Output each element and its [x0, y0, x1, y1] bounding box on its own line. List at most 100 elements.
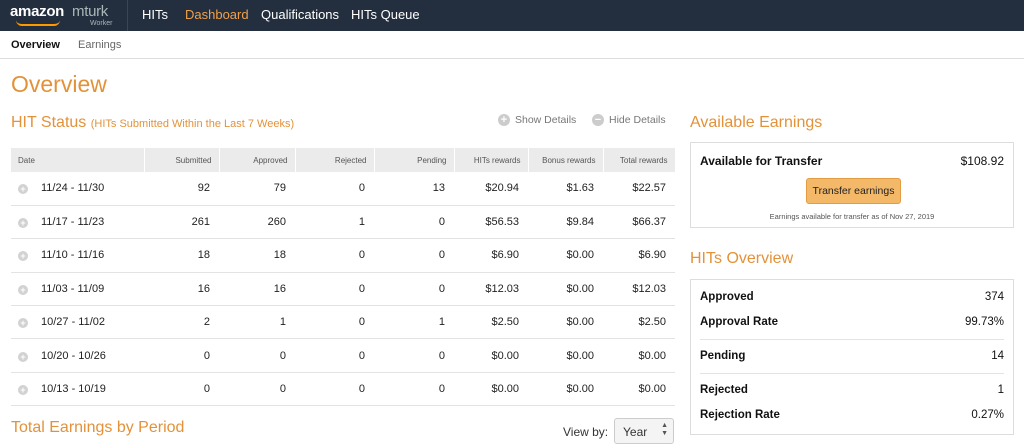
bonus-rewards-cell: $0.00: [528, 305, 603, 340]
date-range: 10/20 - 10/26: [41, 349, 106, 362]
approved-cell: 1: [219, 305, 295, 340]
logo-smile-icon: [16, 20, 60, 26]
total-rewards-cell: $66.37: [603, 205, 675, 240]
overview-label: Approved: [700, 291, 754, 303]
pending-cell: 0: [374, 338, 454, 373]
table-row: +11/17 - 11/23 261 260 1 0 $56.53 $9.84 …: [11, 205, 675, 240]
available-earnings-panel: Available for Transfer $108.92 Transfer …: [690, 142, 1014, 228]
hide-details-link[interactable]: − Hide Details: [592, 114, 666, 126]
hide-details-label: Hide Details: [609, 114, 666, 126]
total-rewards-cell: $0.00: [603, 372, 675, 407]
overview-value: 374: [984, 291, 1004, 303]
show-details-label: Show Details: [515, 114, 577, 126]
rejected-cell: 0: [295, 372, 374, 407]
view-by-select[interactable]: Year ▲ ▼: [614, 418, 674, 444]
plus-circle-icon: +: [498, 114, 510, 126]
subtab-earnings[interactable]: Earnings: [78, 39, 121, 51]
submitted-cell: 92: [144, 172, 219, 206]
submitted-cell: 18: [144, 238, 219, 273]
mturk-logo[interactable]: amazon mturk Worker: [10, 3, 128, 28]
rejected-cell: 0: [295, 338, 374, 373]
hits-rewards-cell: $6.90: [454, 238, 528, 273]
date-range: 11/03 - 11/09: [41, 282, 105, 295]
rejected-cell: 0: [295, 238, 374, 273]
available-earnings-title: Available Earnings: [690, 114, 823, 131]
subtab-overview[interactable]: Overview: [11, 39, 60, 51]
logo-mturk-text: mturk: [72, 3, 109, 20]
approved-cell: 0: [219, 372, 295, 407]
logo-worker-text: Worker: [90, 20, 113, 27]
date-cell: +11/24 - 11/30: [11, 172, 144, 206]
overview-divider: [700, 339, 1004, 340]
date-range: 11/17 - 11/23: [41, 216, 105, 229]
bonus-rewards-cell: $0.00: [528, 238, 603, 273]
expand-row-icon[interactable]: +: [18, 318, 28, 329]
column-header-hits-rewards: HITs rewards: [454, 148, 529, 172]
hits-rewards-cell: $0.00: [454, 372, 528, 407]
column-header-bonus-rewards: Bonus rewards: [528, 148, 604, 172]
expand-row-icon[interactable]: +: [18, 251, 28, 262]
date-range: 10/27 - 11/02: [41, 316, 106, 329]
date-range: 11/24 - 11/30: [41, 182, 105, 195]
hit-status-title: HIT Status: [11, 114, 87, 131]
overview-label: Approval Rate: [700, 316, 778, 328]
table-row: +11/24 - 11/30 92 79 0 13 $20.94 $1.63 $…: [11, 172, 675, 206]
bonus-rewards-cell: $0.00: [528, 272, 603, 307]
expand-row-icon[interactable]: +: [18, 284, 28, 295]
hits-rewards-cell: $12.03: [454, 272, 528, 307]
column-header-total-rewards: Total rewards: [603, 148, 676, 172]
nav-hits-queue[interactable]: HITs Queue: [351, 7, 420, 22]
submitted-cell: 261: [144, 205, 219, 240]
overview-value: 14: [991, 350, 1004, 362]
sub-nav-bar: Overview Earnings: [0, 31, 1024, 59]
transfer-date-note: Earnings available for transfer as of No…: [769, 212, 935, 221]
expand-row-icon[interactable]: +: [18, 184, 28, 195]
hits-overview-panel: Approved 374 Approval Rate 99.73% Pendin…: [690, 279, 1014, 435]
bonus-rewards-cell: $0.00: [528, 372, 603, 407]
top-nav-bar: amazon mturk Worker HITs Dashboard Quali…: [0, 0, 1024, 31]
select-arrows-icon: ▲ ▼: [661, 422, 668, 437]
nav-hits[interactable]: HITs: [142, 7, 168, 22]
total-rewards-cell: $22.57: [603, 172, 675, 206]
date-cell: +11/10 - 11/16: [11, 238, 144, 273]
column-header-approved: Approved: [219, 148, 296, 172]
hits-overview-title: HITs Overview: [690, 250, 794, 267]
date-cell: +11/17 - 11/23: [11, 205, 144, 240]
nav-divider: [127, 0, 128, 31]
transfer-earnings-button[interactable]: Transfer earnings: [806, 178, 901, 204]
hit-status-table: Date Submitted Approved Rejected Pending…: [11, 148, 676, 407]
total-earnings-title: Total Earnings by Period: [11, 419, 185, 436]
overview-value: 0.27%: [971, 409, 1004, 421]
show-details-link[interactable]: + Show Details: [498, 114, 576, 126]
approved-cell: 79: [219, 172, 295, 206]
overview-divider: [700, 373, 1004, 374]
hit-status-heading: HIT Status (HITs Submitted Within the La…: [11, 114, 294, 132]
nav-dashboard[interactable]: Dashboard: [185, 7, 249, 22]
expand-row-icon[interactable]: +: [18, 385, 28, 396]
approved-cell: 0: [219, 338, 295, 373]
expand-row-icon[interactable]: +: [18, 218, 28, 229]
approved-cell: 18: [219, 238, 295, 273]
table-row: +10/27 - 11/02 2 1 0 1 $2.50 $0.00 $2.50: [11, 305, 675, 340]
table-row: +10/13 - 10/19 0 0 0 0 $0.00 $0.00 $0.00: [11, 372, 675, 407]
date-cell: +10/27 - 11/02: [11, 305, 144, 340]
hits-rewards-cell: $0.00: [454, 338, 528, 373]
available-amount: $108.92: [960, 154, 1004, 168]
table-row: +10/20 - 10/26 0 0 0 0 $0.00 $0.00 $0.00: [11, 338, 675, 373]
nav-qualifications[interactable]: Qualifications: [261, 7, 339, 22]
date-cell: +10/13 - 10/19: [11, 372, 144, 407]
pending-cell: 13: [374, 172, 454, 206]
column-header-submitted: Submitted: [144, 148, 220, 172]
submitted-cell: 16: [144, 272, 219, 307]
view-by-label: View by:: [563, 425, 609, 439]
logo-amazon-text: amazon: [10, 3, 65, 20]
overview-label: Rejection Rate: [700, 409, 780, 421]
pending-cell: 0: [374, 272, 454, 307]
rejected-cell: 0: [295, 172, 374, 206]
expand-row-icon[interactable]: +: [18, 351, 28, 362]
rejected-cell: 1: [295, 205, 374, 240]
bonus-rewards-cell: $0.00: [528, 338, 603, 373]
pending-cell: 0: [374, 205, 454, 240]
hit-status-subtitle: (HITs Submitted Within the Last 7 Weeks): [90, 118, 295, 130]
date-range: 11/10 - 11/16: [41, 249, 105, 262]
